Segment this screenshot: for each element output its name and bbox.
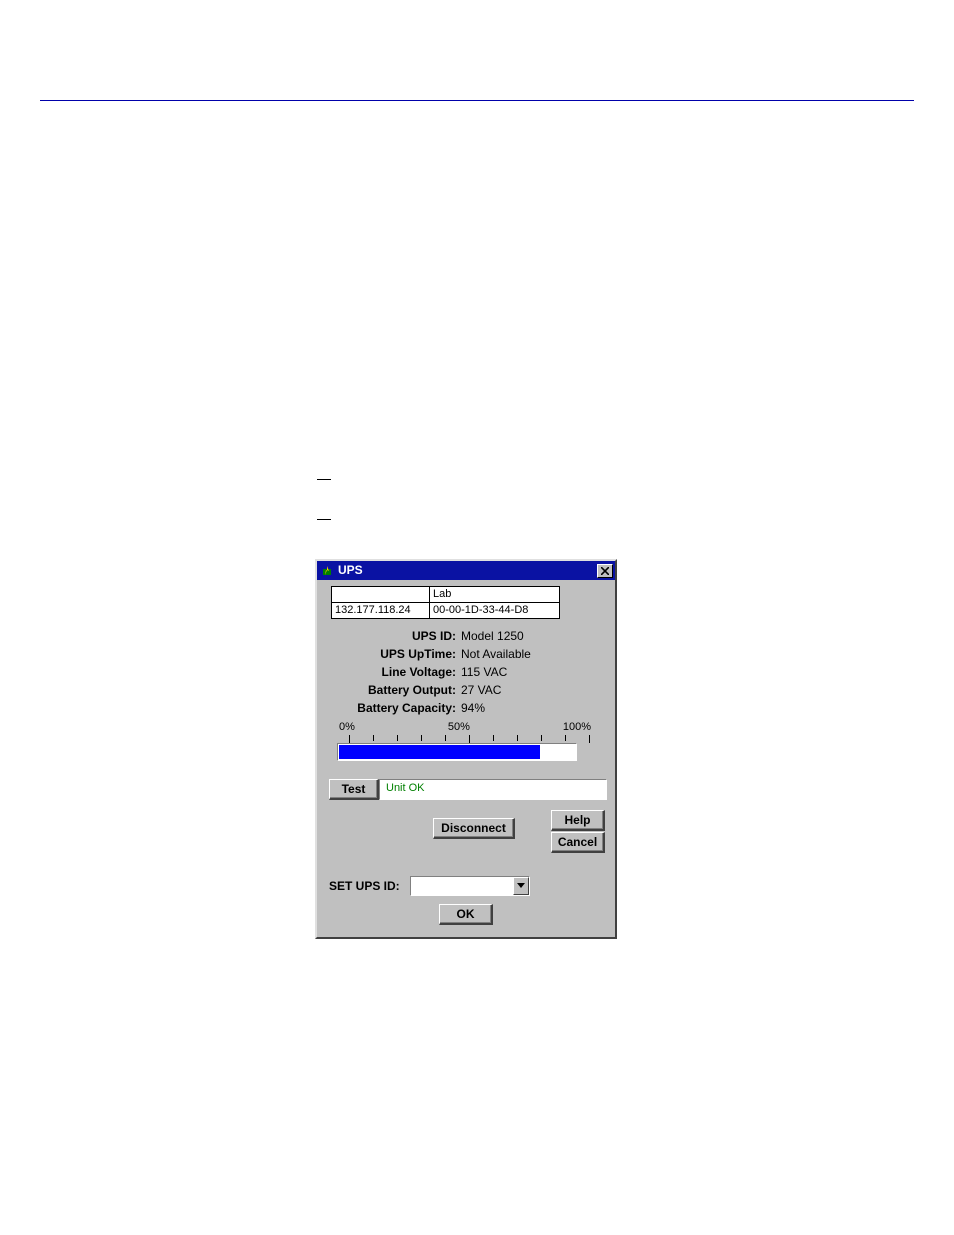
- uptime-label: UPS UpTime:: [325, 647, 461, 661]
- kv-row: UPS UpTime: Not Available: [325, 647, 607, 661]
- decorative-dash: [317, 519, 331, 520]
- combobox-dropdown-button[interactable]: [513, 877, 529, 895]
- battery-progress-bar: [337, 743, 577, 761]
- kv-row: Battery Capacity: 94%: [325, 701, 607, 715]
- app-icon: [319, 563, 335, 579]
- set-ups-id-field[interactable]: [411, 877, 513, 895]
- ok-button[interactable]: OK: [439, 904, 493, 925]
- kv-row: Line Voltage: 115 VAC: [325, 665, 607, 679]
- line-voltage-label: Line Voltage:: [325, 665, 461, 679]
- cancel-button[interactable]: Cancel: [551, 832, 605, 853]
- battery-output-value: 27 VAC: [461, 683, 501, 697]
- ip-address-cell: 132.177.118.24: [332, 603, 430, 619]
- chevron-down-icon: [517, 883, 525, 889]
- disconnect-button[interactable]: Disconnect: [433, 818, 515, 839]
- ups-id-value: Model 1250: [461, 629, 524, 643]
- battery-capacity-value: 94%: [461, 701, 485, 715]
- scale-high: 100%: [563, 721, 591, 733]
- uptime-value: Not Available: [461, 647, 531, 661]
- mac-address-cell: 00-00-1D-33-44-D8: [430, 603, 560, 619]
- set-ups-id-label: SET UPS ID:: [329, 879, 400, 893]
- help-button[interactable]: Help: [551, 810, 605, 831]
- battery-capacity-label: Battery Capacity:: [325, 701, 461, 715]
- kv-row: Battery Output: 27 VAC: [325, 683, 607, 697]
- window-title: UPS: [338, 561, 597, 580]
- line-voltage-value: 115 VAC: [461, 665, 507, 679]
- scale-low: 0%: [339, 721, 355, 733]
- addr-r1c1: [332, 587, 430, 603]
- close-button[interactable]: [597, 564, 613, 578]
- test-status-field: Unit OK: [379, 779, 607, 800]
- address-table: Lab 132.177.118.24 00-00-1D-33-44-D8: [331, 586, 560, 619]
- kv-row: UPS ID: Model 1250: [325, 629, 607, 643]
- decorative-dash: [317, 479, 331, 480]
- page-divider: [40, 100, 914, 101]
- test-button[interactable]: Test: [329, 779, 379, 800]
- addr-r1c2: Lab: [430, 587, 560, 603]
- battery-output-label: Battery Output:: [325, 683, 461, 697]
- progress-scale: 0% 50% 100%: [337, 721, 593, 743]
- set-ups-id-combobox[interactable]: [410, 876, 530, 896]
- battery-progress-fill: [339, 745, 540, 759]
- scale-mid: 50%: [448, 721, 470, 733]
- ups-id-label: UPS ID:: [325, 629, 461, 643]
- ups-dialog: UPS Lab 132.177.118.24 00-00-1D-33-44-D8…: [315, 559, 617, 939]
- titlebar: UPS: [317, 561, 615, 580]
